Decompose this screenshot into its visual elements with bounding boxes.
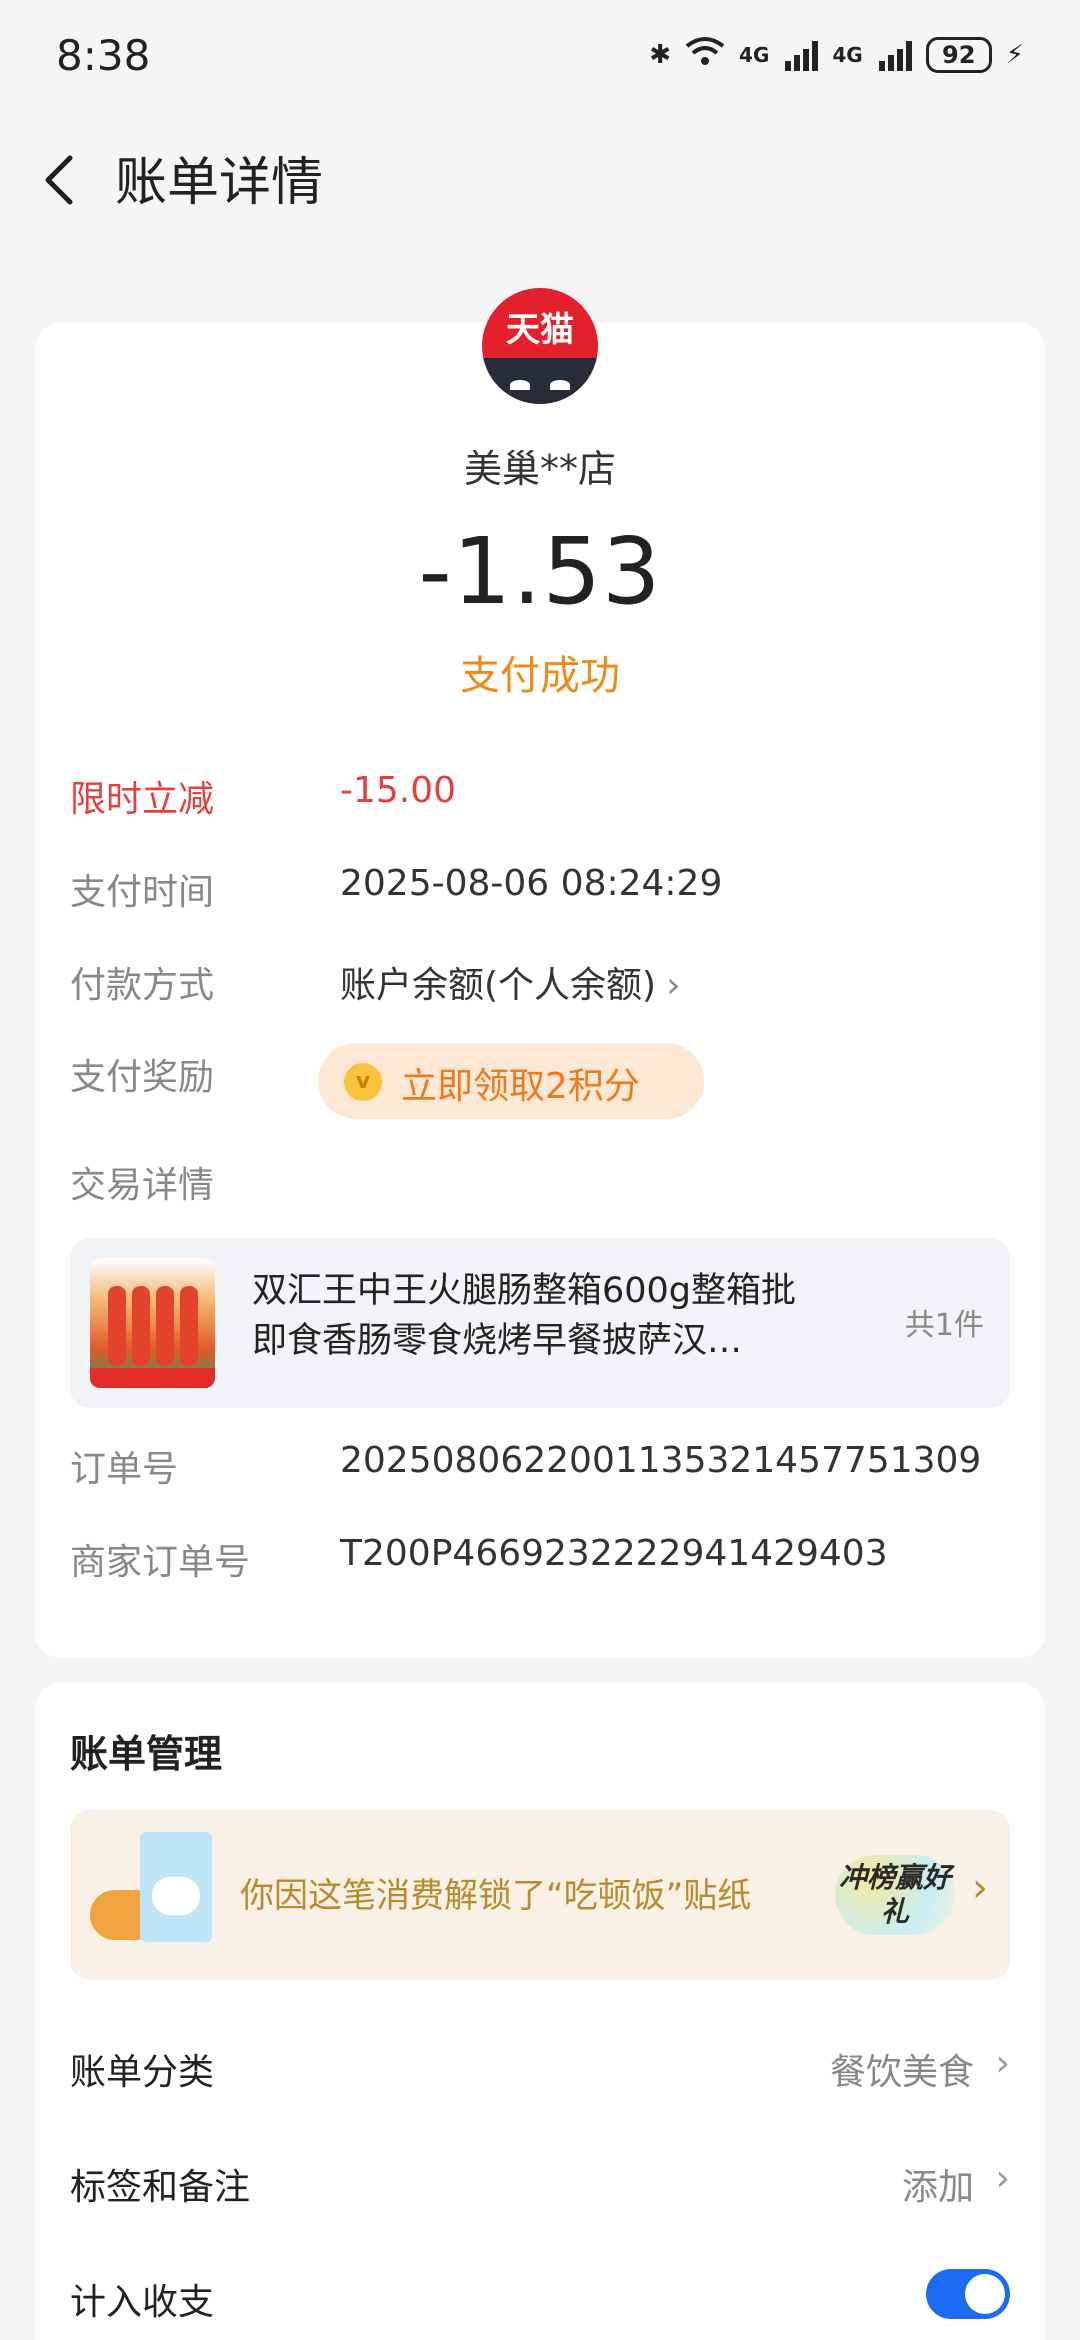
detail-label: 订单号 (70, 1449, 179, 1490)
detail-label: 支付时间 (70, 872, 215, 913)
chevron-right-icon: › (995, 2043, 1010, 2084)
product-thumbnail (90, 1258, 215, 1388)
logo-eye-left (510, 380, 530, 390)
page-title: 账单详情 (115, 153, 324, 213)
product-thumbnail-part (180, 1286, 198, 1366)
milk-carton-icon (140, 1832, 212, 1942)
battery-icon: 92 (925, 37, 992, 73)
signal-2-icon (878, 39, 912, 71)
row-label: 标签和备注 (70, 2167, 251, 2208)
status-bar: 8:38 ✱ 4G 4G 92 ⚡ (0, 0, 1080, 110)
detail-label: 商家订单号 (70, 1542, 251, 1583)
section-title: 账单管理 (70, 1732, 223, 1776)
payment-status: 支付成功 (460, 653, 620, 699)
detail-value[interactable]: 账户余额(个人余额) › (340, 956, 681, 1008)
detail-row-transaction: 交易详情 (70, 1156, 1010, 1216)
pay-method-value: 账户余额(个人余额) (340, 965, 657, 1006)
include-in-stats-row: 计入收支 (70, 2269, 1010, 2333)
sticker-text: 你因这笔消费解锁了“吃顿饭”贴纸 (240, 1876, 752, 1916)
tags-notes-row[interactable]: 标签和备注 添加 › (70, 2158, 1010, 2218)
detail-label: 交易详情 (70, 1165, 215, 1206)
charging-icon: ⚡ (1005, 40, 1024, 70)
bluetooth-icon: ✱ (649, 40, 672, 70)
detail-label: 支付奖励 (70, 1057, 215, 1098)
detail-row-order-no: 订单号 2025080622001135321457751309 (70, 1440, 1010, 1500)
bill-card: 天猫 美巢**店 -1.53 支付成功 限时立减 -15.00 支付时间 202… (35, 288, 1045, 1658)
points-coin-icon: v (344, 1063, 382, 1101)
row-value: 餐饮美食 (829, 2052, 974, 2093)
signal-1-icon (785, 39, 819, 71)
claim-points-button[interactable]: v 立即领取2积分 (318, 1043, 704, 1119)
logo-text: 天猫 (506, 310, 574, 350)
bill-amount: -1.53 (418, 518, 662, 625)
detail-value: 2025-08-06 08:24:29 (340, 863, 723, 904)
chevron-right-icon: › (666, 965, 681, 1006)
merchant-logo: 天猫 (482, 288, 598, 404)
detail-row-merchant-order-no: 商家订单号 T200P4669232222941429403 (70, 1533, 1010, 1593)
milk-carton-icon-part (152, 1877, 200, 1915)
product-thumbnail-part (132, 1286, 150, 1366)
network-type-1: 4G (739, 43, 770, 67)
chevron-right-icon: › (995, 2158, 1010, 2199)
toggle-knob (965, 2274, 1005, 2314)
include-in-stats-toggle[interactable] (926, 2269, 1010, 2319)
bill-management-card: 账单管理 你因这笔消费解锁了“吃顿饭”贴纸 冲榜赢好礼 › 账单分类 餐饮美食 … (35, 1683, 1045, 2340)
detail-row-discount: 限时立减 -15.00 (70, 770, 1010, 830)
logo-eye-right (550, 380, 570, 390)
detail-value: -15.00 (340, 770, 457, 811)
network-type-2: 4G (832, 43, 863, 67)
status-icons: ✱ 4G 4G 92 ⚡ (649, 36, 1024, 75)
row-value: 添加 (901, 2167, 974, 2208)
sticker-banner[interactable]: 你因这笔消费解锁了“吃顿饭”贴纸 冲榜赢好礼 › (70, 1810, 1010, 1980)
detail-label: 付款方式 (70, 965, 215, 1006)
logo-cat-face (482, 358, 598, 404)
rank-badge[interactable]: 冲榜赢好礼 (835, 1855, 955, 1935)
status-time: 8:38 (56, 30, 151, 80)
row-label: 账单分类 (70, 2052, 215, 2093)
claim-points-label: 立即领取2积分 (401, 1066, 640, 1107)
product-count: 共1件 (904, 1308, 984, 1343)
bill-category-row[interactable]: 账单分类 餐饮美食 › (70, 2043, 1010, 2103)
back-arrow-icon[interactable] (38, 150, 78, 210)
wifi-icon (685, 36, 725, 75)
chevron-right-icon: › (972, 1865, 988, 1911)
page-header: 账单详情 (0, 130, 1080, 220)
merchant-name: 美巢**店 (463, 447, 616, 491)
order-number[interactable]: 2025080622001135321457751309 (340, 1440, 981, 1481)
row-label: 计入收支 (70, 2282, 215, 2323)
product-thumbnail-part (156, 1286, 174, 1366)
product-thumbnail-part (90, 1368, 215, 1388)
product-thumbnail-part (108, 1286, 126, 1366)
product-name: 双汇王中王火腿肠整箱600g整箱批即食香肠零食烧烤早餐披萨汉… (252, 1271, 797, 1361)
detail-label: 限时立减 (70, 779, 215, 820)
detail-row-pay-method[interactable]: 付款方式 账户余额(个人余额) › (70, 956, 1010, 1016)
product-item[interactable]: 双汇王中王火腿肠整箱600g整箱批即食香肠零食烧烤早餐披萨汉… 共1件 (70, 1238, 1010, 1408)
merchant-order-number[interactable]: T200P4669232222941429403 (340, 1533, 888, 1574)
detail-row-pay-time: 支付时间 2025-08-06 08:24:29 (70, 863, 1010, 923)
